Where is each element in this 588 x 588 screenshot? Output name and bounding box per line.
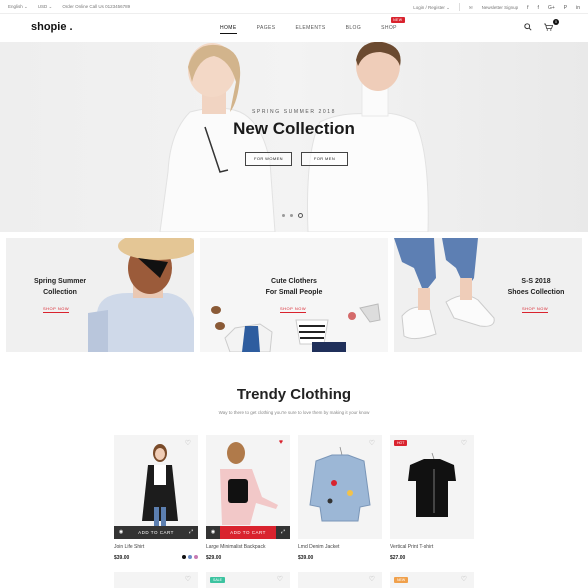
quickview-eye-icon[interactable]: ◉ [206, 526, 220, 539]
login-register-link[interactable]: Login / Register ⌄ [413, 5, 450, 11]
google-plus-icon[interactable]: G+ [548, 5, 555, 11]
new-tag: NEW [394, 577, 409, 583]
product-name[interactable]: Large Minimalist Backpack [206, 544, 290, 550]
product-price: $39.00 [298, 555, 314, 561]
cart-icon[interactable]: 0 [544, 19, 559, 33]
banner-title-line1: Spring Summer [33, 278, 87, 285]
wishlist-heart-icon[interactable]: ♥ [279, 439, 283, 446]
product-card[interactable]: HOT ♡ Vertical Print T-shirt $27.00 [390, 435, 474, 561]
site-header: shopie . HOME PAGES ELEMENTS BLOG SHOP N… [0, 14, 588, 42]
product-photo-denim-jacket [309, 446, 371, 522]
product-card[interactable]: ♥ ◉ ADD TO CART ⤢ Large Minimalist Backp… [206, 435, 290, 561]
banner-spring-summer[interactable]: Spring Summer Collection SHOP NOW [6, 238, 194, 352]
wishlist-heart-icon[interactable]: ♡ [277, 575, 283, 583]
hero-title: New Collection [233, 119, 355, 138]
new-badge: NEW [391, 17, 405, 23]
slider-dot-active[interactable] [298, 213, 303, 218]
nav-pages[interactable]: PAGES [257, 25, 276, 34]
for-women-button[interactable]: FOR WOMEN [245, 152, 292, 166]
order-info: Order Online Call Us 0123456789 [62, 4, 131, 9]
product-card-partial[interactable]: ♡ [298, 572, 382, 588]
facebook-icon-2[interactable]: f [538, 5, 539, 11]
hero-slider: SPRING SUMMER 2018 New Collection FOR WO… [0, 42, 588, 232]
mail-icon: ✉ [468, 4, 473, 10]
nav-blog[interactable]: BLOG [346, 25, 362, 34]
sale-tag: SALE [210, 577, 225, 583]
product-card-partial[interactable]: SALE ♡ [206, 572, 290, 588]
search-icon[interactable] [524, 23, 532, 33]
product-price: $27.00 [390, 555, 406, 561]
logo[interactable]: shopie . [31, 21, 73, 33]
wishlist-heart-icon[interactable]: ♡ [185, 439, 191, 447]
nav-shop[interactable]: SHOP NEW [381, 17, 405, 34]
wishlist-heart-icon[interactable]: ♡ [185, 575, 191, 583]
product-image[interactable]: ♡ ◉ ADD TO CART ⤢ [114, 435, 198, 539]
product-photo-tshirt [408, 452, 456, 517]
wishlist-heart-icon[interactable]: ♡ [369, 439, 375, 447]
product-photo-coat [142, 444, 178, 527]
banner-title: S-S 2018 Shoes Collection [494, 276, 578, 298]
compare-icon[interactable]: ⤢ [184, 526, 198, 539]
main-nav: HOME PAGES ELEMENTS BLOG SHOP NEW [220, 17, 405, 34]
banner-title-line1: Cute Clothers [271, 278, 317, 285]
currency-select[interactable]: USD ⌄ [38, 4, 53, 10]
product-name[interactable]: Join Life Shirt [114, 544, 198, 550]
banner-title-line1: S-S 2018 [521, 278, 551, 285]
nav-shop-label: SHOP [381, 25, 397, 31]
facebook-icon[interactable]: f [527, 5, 528, 11]
product-name[interactable]: Lmd Denim Jacket [298, 544, 382, 550]
product-card[interactable]: ♡ Lmd Denim Jacket $39.00 [298, 435, 382, 561]
section-title: Trendy Clothing [236, 386, 352, 403]
banner-title-line2: Shoes Collection [507, 289, 565, 296]
color-swatches [182, 555, 198, 559]
swatch-pink[interactable] [194, 555, 198, 559]
product-card-partial[interactable]: ♡ [114, 572, 198, 588]
banner-shoes-image [394, 238, 495, 340]
product-price: $29.00 [206, 555, 222, 561]
shop-now-link[interactable]: SHOP NOW [43, 306, 70, 313]
slider-dot[interactable] [282, 214, 285, 217]
product-image[interactable]: ♡ [298, 435, 382, 539]
top-bar: English ⌄ USD ⌄ Order Online Call Us 012… [0, 0, 588, 14]
compare-icon[interactable]: ⤢ [276, 526, 290, 539]
banner-title: Cute Clothers For Small People [244, 276, 344, 298]
product-name[interactable]: Vertical Print T-shirt [390, 544, 474, 550]
banner-title-line2: Collection [43, 289, 77, 296]
wishlist-heart-icon[interactable]: ♡ [461, 439, 467, 447]
hot-tag: HOT [394, 440, 408, 446]
banner-kids-clothes-image [211, 303, 381, 352]
product-card-partial[interactable]: NEW ♡ [390, 572, 474, 588]
wishlist-heart-icon[interactable]: ♡ [369, 575, 375, 583]
product-image[interactable]: HOT ♡ [390, 435, 474, 539]
language-select[interactable]: English ⌄ [8, 4, 28, 10]
swatch-blue[interactable] [188, 555, 192, 559]
banner-woman-hat-image [88, 238, 194, 352]
banner-title: Spring Summer Collection [24, 276, 96, 298]
nav-elements[interactable]: ELEMENTS [295, 25, 325, 34]
nav-home[interactable]: HOME [220, 25, 237, 34]
quickview-eye-icon[interactable]: ◉ [114, 526, 128, 539]
section-subtitle: Way to there to get clothing you're sure… [218, 410, 370, 415]
cart-count-badge: 0 [553, 19, 559, 25]
shop-now-link[interactable]: SHOP NOW [522, 306, 549, 313]
product-image[interactable]: ♥ ◉ ADD TO CART ⤢ [206, 435, 290, 539]
product-photo-backpack [220, 442, 278, 525]
add-to-cart-button[interactable]: ADD TO CART [128, 526, 184, 539]
wishlist-heart-icon[interactable]: ♡ [461, 575, 467, 583]
banner-kids[interactable]: Cute Clothers For Small People SHOP NOW [200, 238, 388, 352]
banner-title-line2: For Small People [265, 289, 323, 296]
linkedin-icon[interactable]: in [576, 5, 580, 11]
add-to-cart-button[interactable]: ADD TO CART [220, 526, 276, 539]
product-card[interactable]: ♡ ◉ ADD TO CART ⤢ Join Life Shirt $39.00 [114, 435, 198, 561]
slider-dot[interactable] [290, 214, 293, 217]
pinterest-icon[interactable]: P [564, 5, 567, 11]
for-men-button[interactable]: FOR MEN [301, 152, 348, 166]
swatch-black[interactable] [182, 555, 186, 559]
divider [458, 3, 460, 11]
banner-shoes[interactable]: S-S 2018 Shoes Collection SHOP NOW [394, 238, 582, 352]
slider-dots [282, 213, 303, 218]
newsletter-link[interactable]: Newsletter Signup [482, 5, 519, 10]
hero-subtitle: SPRING SUMMER 2018 [251, 109, 337, 115]
